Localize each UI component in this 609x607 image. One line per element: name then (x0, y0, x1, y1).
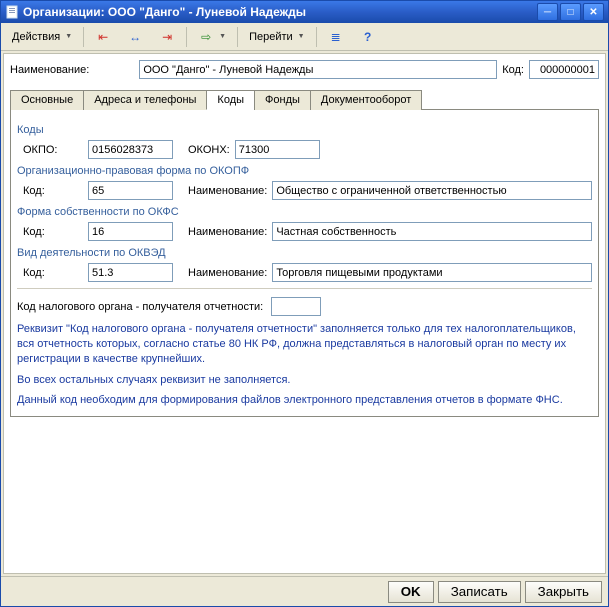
help-icon: ? (360, 29, 376, 45)
okpo-field[interactable] (88, 140, 173, 159)
okopf-code-field[interactable] (88, 181, 173, 200)
minimize-button[interactable]: ─ (537, 3, 558, 21)
okpo-label: ОКПО: (23, 144, 83, 156)
chevron-down-icon: ▼ (65, 33, 72, 40)
tab-codes[interactable]: Коды (206, 90, 255, 110)
tab-strip: Основные Адреса и телефоны Коды Фонды До… (10, 89, 599, 110)
tab-main[interactable]: Основные (10, 90, 84, 110)
tab-label: Коды (217, 94, 244, 106)
okonh-field[interactable] (235, 140, 320, 159)
separator (316, 27, 317, 47)
okved-code-field[interactable] (88, 263, 173, 282)
okopf-name-field[interactable] (272, 181, 592, 200)
tax-note-1: Реквизит "Код налогового органа - получа… (17, 322, 592, 367)
nav-next-button[interactable]: ⇥ (152, 26, 182, 48)
nav-prev-button[interactable]: ↔ (120, 26, 150, 48)
tab-addresses[interactable]: Адреса и телефоны (83, 90, 207, 110)
nav-first-button[interactable]: ⇤ (88, 26, 118, 48)
separator (83, 27, 84, 47)
list-icon: ≣ (328, 29, 344, 45)
name-field[interactable] (139, 60, 497, 79)
tax-code-field[interactable] (271, 297, 321, 316)
window-title: Организации: ООО "Данго" - Луневой Надеж… (23, 5, 535, 19)
tax-note-2: Во всех остальных случаях реквизит не за… (17, 373, 592, 388)
okfs-heading: Форма собственности по ОКФС (17, 206, 592, 218)
tab-label: Документооборот (321, 94, 411, 106)
arrow-left-bar-icon: ⇤ (95, 29, 111, 45)
help-button[interactable]: ? (353, 26, 383, 48)
close-button[interactable]: ✕ (583, 3, 604, 21)
separator (237, 27, 238, 47)
export-icon: ⇨ (198, 29, 214, 45)
tab-label: Адреса и телефоны (94, 94, 196, 106)
list-button[interactable]: ≣ (321, 26, 351, 48)
separator (186, 27, 187, 47)
arrow-right-icon: ⇥ (159, 29, 175, 45)
codes-heading: Коды (17, 124, 592, 136)
tab-panel-codes: Коды ОКПО: ОКОНХ: Организационно-правова… (10, 110, 599, 417)
code-field[interactable] (529, 60, 599, 79)
code-label: Код: (502, 64, 524, 76)
app-icon (5, 5, 19, 19)
okopf-code-label: Код: (23, 185, 83, 197)
actions-label: Действия (12, 31, 60, 43)
okved-code-label: Код: (23, 267, 83, 279)
ok-button[interactable]: OK (388, 581, 434, 603)
okved-name-field[interactable] (272, 263, 592, 282)
okfs-code-field[interactable] (88, 222, 173, 241)
close-form-button[interactable]: Закрыть (525, 581, 602, 603)
tax-code-label: Код налогового органа - получателя отчет… (17, 301, 263, 313)
save-button[interactable]: Записать (438, 581, 521, 603)
tab-label: Фонды (265, 94, 300, 106)
okfs-code-label: Код: (23, 226, 83, 238)
okonh-label: ОКОНХ: (188, 144, 230, 156)
toolbar: Действия▼ ⇤ ↔ ⇥ ⇨▼ Перейти▼ ≣ ? (1, 23, 608, 51)
name-label: Наименование: (10, 64, 89, 76)
tab-docs[interactable]: Документооборот (310, 90, 422, 110)
okfs-name-field[interactable] (272, 222, 592, 241)
tab-label: Основные (21, 94, 73, 106)
divider (17, 288, 592, 289)
tab-funds[interactable]: Фонды (254, 90, 311, 110)
chevron-down-icon: ▼ (298, 33, 305, 40)
footer: OK Записать Закрыть (1, 576, 608, 606)
titlebar: Организации: ООО "Данго" - Луневой Надеж… (1, 1, 608, 23)
chevron-down-icon: ▼ (219, 33, 226, 40)
okved-name-label: Наименование: (188, 267, 267, 279)
okopf-name-label: Наименование: (188, 185, 267, 197)
okopf-heading: Организационно-правовая форма по ОКОПФ (17, 165, 592, 177)
maximize-button[interactable]: □ (560, 3, 581, 21)
actions-menu[interactable]: Действия ▼ (5, 26, 79, 48)
okfs-name-label: Наименование: (188, 226, 267, 238)
content-area: Наименование: Код: Основные Адреса и тел… (3, 53, 606, 574)
okved-heading: Вид деятельности по ОКВЭД (17, 247, 592, 259)
goto-label: Перейти (249, 31, 293, 43)
arrow-left-icon: ↔ (127, 29, 143, 45)
goto-menu[interactable]: Перейти ▼ (242, 26, 312, 48)
tax-note-3: Данный код необходим для формирования фа… (17, 393, 592, 408)
export-button[interactable]: ⇨▼ (191, 26, 233, 48)
